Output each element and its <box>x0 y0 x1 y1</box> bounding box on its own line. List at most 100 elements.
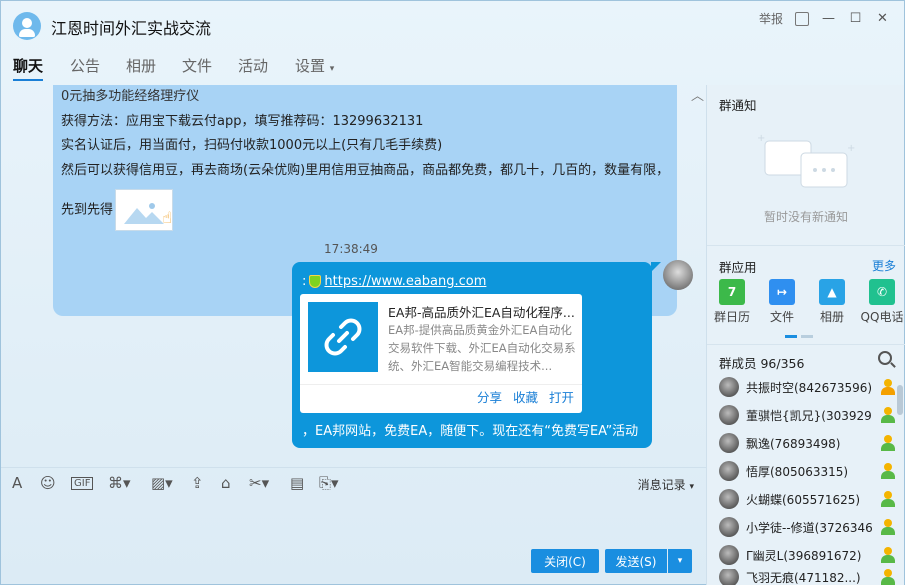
pager-dot[interactable] <box>785 335 797 338</box>
qq-group-chat-window: 江恩时间外汇实战交流 举报 — ☐ ✕ 聊天 公告 相册 文件 活动 设置 ▾ … <box>0 0 905 585</box>
scissors-screenshot-icon[interactable]: ⌘▾ <box>108 474 131 492</box>
gift-icon[interactable]: ⌂ <box>221 474 231 492</box>
close-button[interactable]: ✕ <box>869 10 896 28</box>
message-tail-text: ，EA邦网站，免费EA，随便下。现在还有“免费写EA”活动 <box>302 424 639 439</box>
message-link[interactable]: https://www.eabang.com <box>324 274 486 289</box>
member-name: 飞羽无痕(471182...) <box>746 570 861 585</box>
member-row[interactable]: 董骐恺{凯兄}(303929405) <box>719 403 895 427</box>
member-row[interactable]: Γ幽灵L(396891672) <box>719 543 895 567</box>
member-row[interactable]: 悟厚(805063315) <box>719 459 895 483</box>
member-badge-icon <box>881 519 895 535</box>
input-toolbar: A ☺ GIF ⌘▾ ▨▾ ⇪ ⌂ ✂▾ ▤ ⎘▾ 消息记录 ▾ <box>1 467 706 497</box>
member-row[interactable]: 飞羽无痕(471182...) <box>719 569 895 585</box>
link-thumbnail <box>308 302 378 372</box>
app-album[interactable]: ▲ 相册 <box>807 279 857 325</box>
avatar <box>719 377 739 397</box>
pager-dot[interactable] <box>801 335 813 338</box>
close-chat-button[interactable]: 关闭(C) <box>531 549 599 573</box>
scrollbar-thumb[interactable] <box>897 385 903 415</box>
search-icon[interactable] <box>878 351 892 365</box>
security-shield-icon <box>309 275 322 288</box>
tab-settings[interactable]: 设置 ▾ <box>295 55 334 81</box>
app-qq-call[interactable]: ✆ QQ电话 <box>857 279 905 325</box>
notice-empty-text: 暂时没有新通知 <box>763 210 848 224</box>
svg-text:+: + <box>757 133 765 144</box>
member-row[interactable]: 共振时空(842673596) <box>719 375 895 399</box>
gif-icon[interactable]: GIF <box>71 477 94 490</box>
app-calendar[interactable]: 7 群日历 <box>707 279 757 325</box>
message-history-button[interactable]: 消息记录 ▾ <box>638 476 694 493</box>
member-name: 共振时空(842673596) <box>746 380 872 395</box>
member-name: 小学徒--修道(372634656) <box>746 520 872 535</box>
open-link[interactable]: 打开 <box>549 387 574 406</box>
collapse-icon[interactable]: ︿ <box>691 85 704 104</box>
message-bubble-sent: : https://www.eabang.com EA邦-高品质外汇EA自动化程… <box>292 262 652 448</box>
member-badge-icon <box>881 491 895 507</box>
section-divider <box>707 245 905 246</box>
maximize-button[interactable]: ☐ <box>842 10 869 28</box>
member-badge-icon <box>881 435 895 451</box>
send-options-chevron-icon[interactable]: ▾ <box>668 549 692 573</box>
card-actions: 分享 收藏 打开 <box>477 387 574 406</box>
tab-chat[interactable]: 聊天 <box>13 55 44 81</box>
tab-notice[interactable]: 公告 <box>70 55 100 81</box>
avatar <box>719 545 739 565</box>
chat-message-area[interactable]: 0元抽多功能经络理疗仪 获得方法：应用宝下载云付app，填写推荐码：132996… <box>1 85 706 465</box>
screen-share-icon[interactable]: ⎘▾ <box>319 474 339 492</box>
message-line: 0元抽多功能经络理疗仪 <box>61 89 200 104</box>
image-attachment[interactable]: ☝ <box>115 189 174 231</box>
hand-cursor-icon: ☝ <box>162 207 173 227</box>
chain-link-icon <box>324 318 362 356</box>
chevron-down-icon: ▾ <box>689 482 694 492</box>
group-avatar[interactable] <box>13 12 41 40</box>
archive-icon[interactable]: ▤ <box>290 474 304 492</box>
card-title: EA邦-高品质外汇EA自动化程序... <box>388 305 575 320</box>
message-line: 获得方法：应用宝下载云付app，填写推荐码：13299632131 <box>61 113 424 129</box>
skin-icon[interactable] <box>795 12 809 26</box>
member-badge-icon <box>881 569 895 585</box>
members-scrollbar[interactable] <box>896 385 904 575</box>
share-link[interactable]: 分享 <box>477 387 502 406</box>
message-line: 先到先得 <box>61 202 114 218</box>
window-title: 江恩时间外汇实战交流 <box>51 19 212 38</box>
cut-icon[interactable]: ✂▾ <box>249 474 269 492</box>
group-sidebar: 群通知 + + 暂时没有新通知 群应用 更多 7 群日历 ↦ 文件 ▲ 相册 ✆… <box>706 85 905 585</box>
apps-title: 群应用 <box>719 260 757 275</box>
member-name: Γ幽灵L(396891672) <box>746 548 862 563</box>
send-button[interactable]: 发送(S) <box>605 549 667 573</box>
section-divider <box>707 344 905 345</box>
tab-album[interactable]: 相册 <box>126 55 156 81</box>
member-badge-icon <box>881 463 895 479</box>
link-row: : https://www.eabang.com <box>302 274 486 289</box>
notice-title: 群通知 <box>719 98 757 113</box>
member-name: 飘逸(76893498) <box>746 436 841 451</box>
favorite-link[interactable]: 收藏 <box>513 387 538 406</box>
app-files[interactable]: ↦ 文件 <box>757 279 807 325</box>
tab-bar: 聊天 公告 相册 文件 活动 设置 ▾ <box>1 47 904 83</box>
apps-more-link[interactable]: 更多 <box>872 257 896 274</box>
message-input[interactable]: 关闭(C) 发送(S) ▾ <box>1 497 706 585</box>
tab-files[interactable]: 文件 <box>182 55 212 81</box>
history-label: 消息记录 <box>637 478 686 492</box>
bubble-pointer <box>651 262 661 272</box>
report-button[interactable]: 举报 <box>753 10 789 28</box>
svg-text:+: + <box>847 143 855 154</box>
tab-activities[interactable]: 活动 <box>238 55 268 81</box>
sender-avatar[interactable] <box>663 260 693 290</box>
file-icon: ↦ <box>769 279 795 305</box>
image-icon[interactable]: ▨▾ <box>151 474 173 492</box>
colon-prefix: : <box>302 274 307 289</box>
member-row[interactable]: 飘逸(76893498) <box>719 431 895 455</box>
member-row[interactable]: 火蝴蝶(605571625) <box>719 487 895 511</box>
minimize-button[interactable]: — <box>815 10 842 28</box>
members-title: 群成员 96/356 <box>719 356 805 371</box>
app-label: 群日历 <box>713 310 750 324</box>
font-icon[interactable]: A <box>12 474 22 492</box>
emoji-icon[interactable]: ☺ <box>40 474 56 492</box>
link-preview-card[interactable]: EA邦-高品质外汇EA自动化程序... EA邦-提供高品质黄金外汇EA自动化交易… <box>300 294 582 413</box>
image-placeholder-icon <box>124 203 165 224</box>
apps-pager <box>785 335 813 338</box>
upload-icon[interactable]: ⇪ <box>191 474 204 492</box>
window-controls: 举报 — ☐ ✕ <box>753 10 896 28</box>
member-row[interactable]: 小学徒--修道(372634656) <box>719 515 895 539</box>
